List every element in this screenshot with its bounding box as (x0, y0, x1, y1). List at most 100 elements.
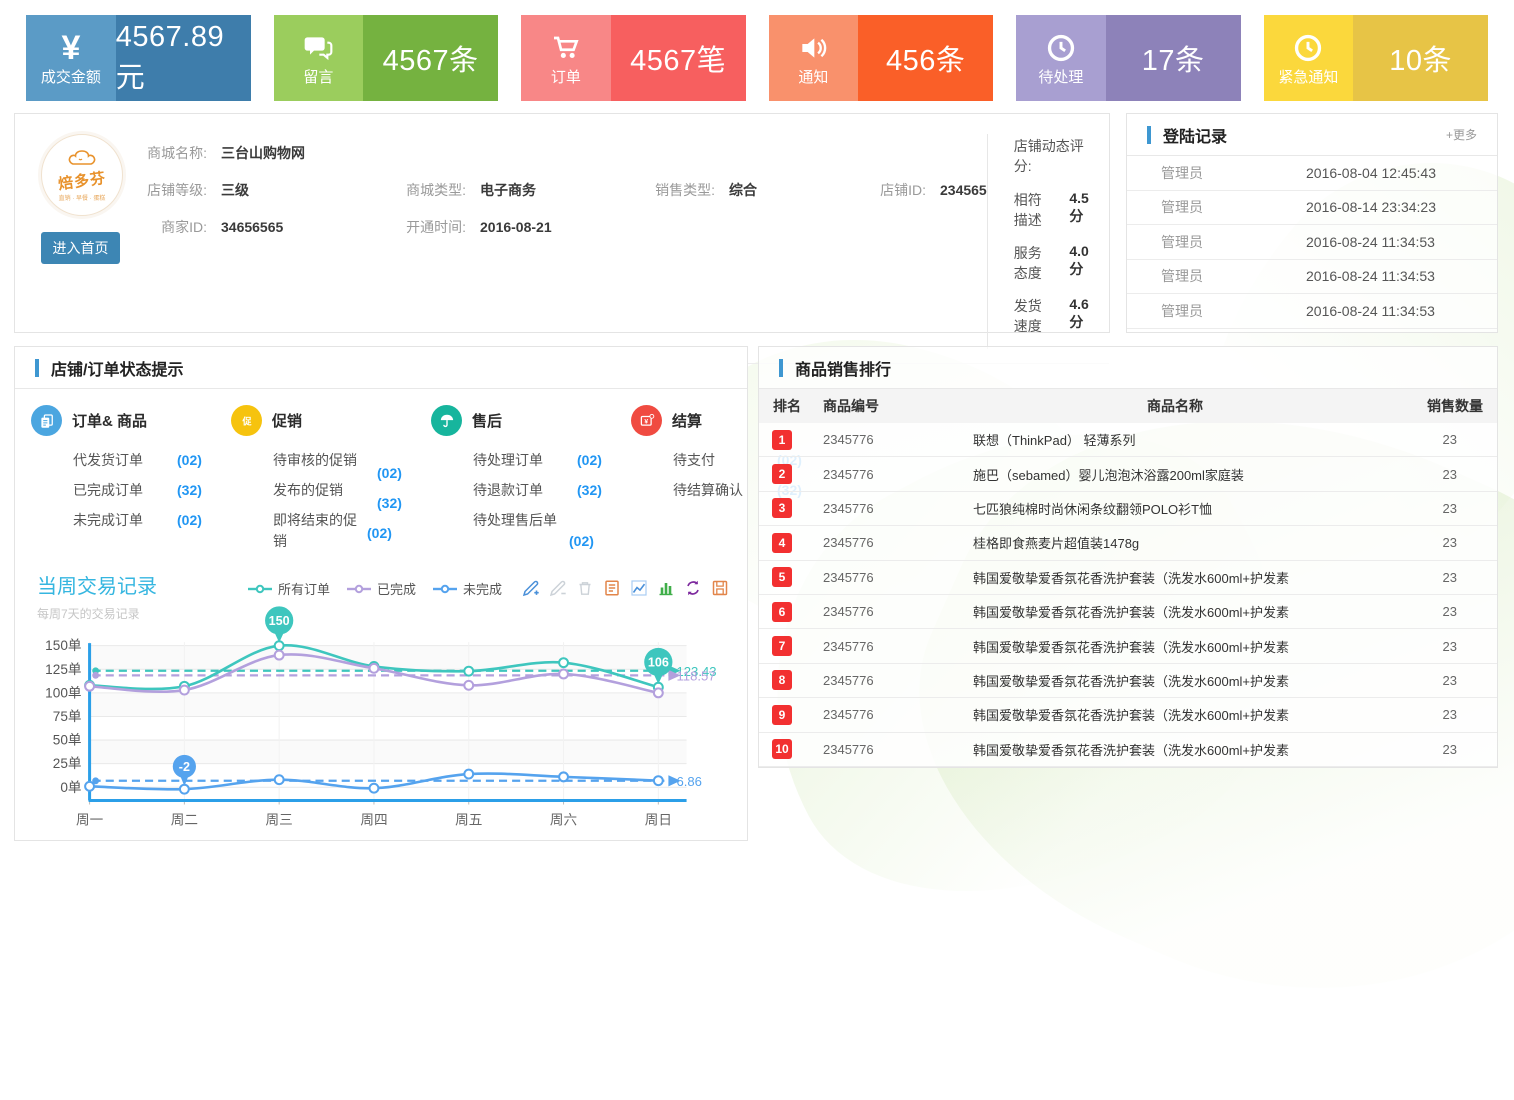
status-item[interactable]: 已完成订单(32) (73, 480, 231, 501)
stat-card-pending[interactable]: 待处理 17条 (1016, 15, 1241, 101)
stat-card-label: 订单 (551, 69, 581, 87)
legend-item-all-orders[interactable]: 所有订单 (247, 579, 330, 598)
title-accent-bar (35, 359, 39, 377)
table-row: 42345776桂格即食燕麦片超值装1478g23 (759, 526, 1497, 560)
stat-card-notices[interactable]: 通知 456条 (769, 15, 994, 101)
status-item[interactable]: 待处理订单(02) (473, 450, 631, 471)
legend-item-completed[interactable]: 已完成 (346, 579, 416, 598)
svg-text:75单: 75单 (53, 709, 82, 724)
settlement-icon: ¥ (631, 405, 662, 436)
report-icon[interactable] (603, 579, 621, 597)
title-accent-bar (779, 359, 783, 377)
svg-text:¥: ¥ (644, 418, 648, 425)
status-group-promotions: 促 促销 待审核的促销(02) 发布的促销(32) 即将结束的促销(02) (231, 405, 431, 561)
status-item[interactable]: 待审核的促销(02) (273, 450, 431, 471)
aftersale-umbrella-icon (431, 405, 462, 436)
rank-badge: 3 (772, 498, 792, 518)
yen-icon: ¥ (61, 29, 80, 67)
status-item[interactable]: 发布的促销(32) (273, 480, 431, 501)
product-name-link[interactable]: 韩国爱敬挚爱香氛花香洗护套装（洗发水600ml+护发素 (973, 602, 1377, 621)
rating-title: 店铺动态评分: (1014, 136, 1093, 176)
trash-icon[interactable] (576, 579, 594, 597)
rank-badge: 7 (772, 636, 792, 656)
stat-card-label: 成交金额 (41, 69, 101, 87)
status-item[interactable]: 待处理售后单(02) (473, 510, 631, 552)
save-icon[interactable] (711, 579, 729, 597)
status-item[interactable]: 即将结束的促销(02) (273, 510, 431, 552)
rank-badge: 9 (772, 705, 792, 725)
login-records-title: 登陆记录 (1163, 123, 1227, 147)
rating-label: 相符描述 (1014, 190, 1054, 230)
chart-legend: 所有订单 已完成 未完成 (247, 579, 502, 598)
enter-homepage-button[interactable]: 进入首页 (41, 232, 120, 264)
sales-ranking-panel: 商品销售排行 排名 商品编号 商品名称 销售数量 12345776联想（Thin… (758, 346, 1498, 768)
svg-text:100单: 100单 (45, 685, 81, 700)
sale-type-value: 综合 (729, 180, 874, 200)
table-row: 62345776韩国爱敬挚爱香氛花香洗护套装（洗发水600ml+护发素23 (759, 595, 1497, 629)
product-name-link[interactable]: 韩国爱敬挚爱香氛花香洗护套装（洗发水600ml+护发素 (973, 568, 1377, 587)
table-row: 82345776韩国爱敬挚爱香氛花香洗护套装（洗发水600ml+护发素23 (759, 664, 1497, 698)
stat-card-value: 10条 (1389, 37, 1452, 79)
clock-icon (1045, 29, 1077, 67)
table-header: 排名 商品编号 商品名称 销售数量 (759, 389, 1497, 423)
login-record-row: 管理员2016-08-24 11:34:53 (1127, 294, 1497, 329)
status-group-orders: 订单& 商品 代发货订单(02) 已完成订单(32) 未完成订单(02) (31, 405, 231, 561)
status-panel: 店铺/订单状态提示 订单& 商品 代发货订单(02) 已完成订单(32) 未完成… (14, 346, 748, 841)
product-name-link[interactable]: 桂格即食燕麦片超值装1478g (973, 533, 1377, 552)
login-record-row: 管理员2016-08-24 11:34:53 (1127, 225, 1497, 260)
rank-badge: 4 (772, 533, 792, 553)
svg-text:118.57: 118.57 (676, 668, 715, 683)
stat-card-messages[interactable]: 留言 4567条 (274, 15, 499, 101)
refresh-icon[interactable] (684, 579, 702, 597)
svg-text:周六: 周六 (550, 813, 577, 828)
rating-value: 4.5分 (1069, 190, 1093, 230)
field-label: 商城类型: (396, 180, 480, 200)
svg-text:6.86: 6.86 (676, 774, 701, 789)
shop-logo-subtext: 直销 · 早餐 · 蛋糕 (59, 193, 106, 202)
rating-label: 发货速度 (1014, 296, 1054, 336)
promotion-icon: 促 (231, 405, 262, 436)
stat-card-revenue[interactable]: ¥ 成交金额 4567.89元 (26, 15, 251, 101)
chart-toolbar (522, 579, 729, 597)
svg-text:25单: 25单 (53, 756, 82, 771)
shop-info-panel: 焙多芬 直销 · 早餐 · 蛋糕 进入首页 商城名称: 三台山购物网 店铺等级:… (14, 113, 1110, 333)
sales-ranking-title: 商品销售排行 (795, 356, 891, 380)
chat-icon (301, 29, 335, 67)
edit-add-icon[interactable] (522, 579, 540, 597)
product-name-link[interactable]: 韩国爱敬挚爱香氛花香洗护套装（洗发水600ml+护发素 (973, 637, 1377, 656)
svg-text:50单: 50单 (53, 733, 82, 748)
line-chart-icon[interactable] (630, 579, 648, 597)
stat-card-orders[interactable]: 订单 4567笔 (521, 15, 746, 101)
stat-card-urgent[interactable]: 紧急通知 10条 (1264, 15, 1489, 101)
stat-card-label: 紧急通知 (1278, 69, 1338, 87)
shop-fields: 商城名称: 三台山购物网 店铺等级: 三级 商城类型: 电子商务 销售类型: 综… (123, 134, 987, 349)
table-row: 102345776韩国爱敬挚爱香氛花香洗护套装（洗发水600ml+护发素23 (759, 733, 1497, 767)
status-group-aftersale: 售后 待处理订单(02) 待退款订单(32) 待处理售后单(02) (431, 405, 631, 561)
weekly-trade-chart: 150单125单100单75单50单25单0单周一周二周三周四周五周六周日123… (21, 624, 737, 832)
rating-value: 4.0分 (1069, 243, 1093, 283)
rank-badge: 8 (772, 670, 792, 690)
svg-text:0单: 0单 (60, 780, 81, 795)
stat-cards-row: ¥ 成交金额 4567.89元 留言 4567条 订单 4567笔 通知 456… (0, 0, 1514, 111)
shop-logo: 焙多芬 直销 · 早餐 · 蛋糕 (41, 134, 123, 216)
product-name-link[interactable]: 韩国爱敬挚爱香氛花香洗护套装（洗发水600ml+护发素 (973, 705, 1377, 724)
status-item[interactable]: 未完成订单(02) (73, 510, 231, 531)
product-name-link[interactable]: 韩国爱敬挚爱香氛花香洗护套装（洗发水600ml+护发素 (973, 671, 1377, 690)
rank-badge: 6 (772, 602, 792, 622)
edit-remove-icon[interactable] (549, 579, 567, 597)
product-name-link[interactable]: 联想（ThinkPad） 轻薄系列 (973, 430, 1377, 449)
status-item[interactable]: 代发货订单(02) (73, 450, 231, 471)
stat-card-value: 4567.89元 (116, 21, 251, 96)
svg-text:周日: 周日 (645, 813, 672, 828)
product-name-link[interactable]: 七匹狼纯棉时尚休闲条纹翻领POLO衫T恤 (973, 499, 1377, 518)
bar-chart-icon[interactable] (657, 579, 675, 597)
field-label: 店铺等级: (137, 180, 221, 200)
more-link[interactable]: +更多 (1446, 126, 1477, 143)
speaker-icon (796, 29, 830, 67)
status-item[interactable]: 待退款订单(32) (473, 480, 631, 501)
legend-item-incomplete[interactable]: 未完成 (432, 579, 502, 598)
product-name-link[interactable]: 施巴（sebamed）婴儿泡泡沐浴露200ml家庭装 (973, 465, 1377, 484)
cart-icon (549, 29, 583, 67)
product-name-link[interactable]: 韩国爱敬挚爱香氛花香洗护套装（洗发水600ml+护发素 (973, 740, 1377, 759)
shop-level-value: 三级 (221, 180, 396, 200)
